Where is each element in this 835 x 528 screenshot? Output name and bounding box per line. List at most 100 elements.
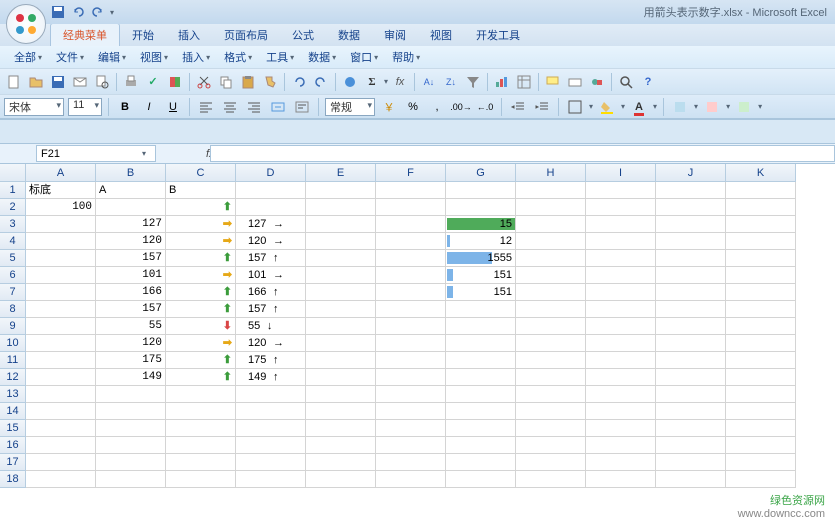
cell-D14[interactable]: [236, 403, 306, 420]
cell-C10[interactable]: ➡: [166, 335, 236, 352]
cell-I11[interactable]: [586, 352, 656, 369]
cell-B7[interactable]: 166: [96, 284, 166, 301]
cell-B2[interactable]: [96, 199, 166, 216]
column-header[interactable]: C: [166, 164, 236, 182]
ribbon-tab[interactable]: 视图: [418, 24, 464, 46]
hyperlink-icon[interactable]: [340, 72, 360, 92]
save-icon[interactable]: [48, 72, 68, 92]
row-header[interactable]: 3: [0, 216, 26, 233]
cell-G5[interactable]: 1555: [446, 250, 516, 267]
cell-C15[interactable]: [166, 420, 236, 437]
cell-F10[interactable]: [376, 335, 446, 352]
cell-J5[interactable]: [656, 250, 726, 267]
cell-C1[interactable]: B: [166, 182, 236, 199]
cell-K1[interactable]: [726, 182, 796, 199]
cell-I14[interactable]: [586, 403, 656, 420]
column-header[interactable]: I: [586, 164, 656, 182]
cell-K8[interactable]: [726, 301, 796, 318]
cell-D3[interactable]: 127 →: [236, 216, 306, 233]
qat-customize-icon[interactable]: ▾: [110, 8, 114, 17]
cell-K10[interactable]: [726, 335, 796, 352]
cell-C4[interactable]: ➡: [166, 233, 236, 250]
cell-G17[interactable]: [446, 454, 516, 471]
cell-J18[interactable]: [656, 471, 726, 488]
ribbon-tab[interactable]: 经典菜单: [50, 23, 120, 46]
insert-function-icon[interactable]: fx: [146, 148, 206, 160]
row-header[interactable]: 10: [0, 335, 26, 352]
menu-item[interactable]: 编辑 ▾: [92, 47, 132, 67]
cell-E13[interactable]: [306, 386, 376, 403]
cell-B6[interactable]: 101: [96, 267, 166, 284]
menu-item[interactable]: 窗口 ▾: [344, 47, 384, 67]
font-color-icon[interactable]: A: [629, 97, 649, 117]
cell-I9[interactable]: [586, 318, 656, 335]
print-icon[interactable]: [121, 72, 141, 92]
cell-F3[interactable]: [376, 216, 446, 233]
cell-B18[interactable]: [96, 471, 166, 488]
menu-item[interactable]: 工具 ▾: [260, 47, 300, 67]
cell-I8[interactable]: [586, 301, 656, 318]
cell-K9[interactable]: [726, 318, 796, 335]
cell-J14[interactable]: [656, 403, 726, 420]
select-all-corner[interactable]: [0, 164, 26, 182]
redo-icon[interactable]: [90, 4, 106, 20]
cell-A12[interactable]: [26, 369, 96, 386]
cell-E6[interactable]: [306, 267, 376, 284]
save-icon[interactable]: [50, 4, 66, 20]
cell-K13[interactable]: [726, 386, 796, 403]
row-header[interactable]: 5: [0, 250, 26, 267]
cell-B3[interactable]: 127: [96, 216, 166, 233]
cell-J8[interactable]: [656, 301, 726, 318]
cell-C2[interactable]: ⬆: [166, 199, 236, 216]
ribbon-tab[interactable]: 开始: [120, 24, 166, 46]
cell-E9[interactable]: [306, 318, 376, 335]
cell-E17[interactable]: [306, 454, 376, 471]
cell-F14[interactable]: [376, 403, 446, 420]
cell-D7[interactable]: 166 ↑: [236, 284, 306, 301]
cell-H9[interactable]: [516, 318, 586, 335]
align-right-icon[interactable]: [244, 97, 264, 117]
cell-H13[interactable]: [516, 386, 586, 403]
cell-C9[interactable]: ⬇: [166, 318, 236, 335]
cell-K15[interactable]: [726, 420, 796, 437]
comment-icon[interactable]: [543, 72, 563, 92]
cell-A8[interactable]: [26, 301, 96, 318]
cell-D2[interactable]: [236, 199, 306, 216]
cell-E12[interactable]: [306, 369, 376, 386]
cell-A4[interactable]: [26, 233, 96, 250]
cell-A18[interactable]: [26, 471, 96, 488]
cell-A16[interactable]: [26, 437, 96, 454]
cell-I12[interactable]: [586, 369, 656, 386]
cell-D15[interactable]: [236, 420, 306, 437]
ribbon-tab[interactable]: 插入: [166, 24, 212, 46]
name-box[interactable]: [36, 145, 156, 162]
menu-item[interactable]: 数据 ▾: [302, 47, 342, 67]
cell-G4[interactable]: 12: [446, 233, 516, 250]
row-header[interactable]: 13: [0, 386, 26, 403]
cell-G3[interactable]: 15: [446, 216, 516, 233]
cell-D13[interactable]: [236, 386, 306, 403]
cell-A15[interactable]: [26, 420, 96, 437]
cell-B9[interactable]: 55: [96, 318, 166, 335]
redo-icon[interactable]: [311, 72, 331, 92]
column-header[interactable]: H: [516, 164, 586, 182]
cell-A1[interactable]: 标底: [26, 182, 96, 199]
cell-E15[interactable]: [306, 420, 376, 437]
menu-item[interactable]: 格式 ▾: [218, 47, 258, 67]
cell-C7[interactable]: ⬆: [166, 284, 236, 301]
drawing-icon[interactable]: [565, 72, 585, 92]
sort-desc-icon[interactable]: Z↓: [441, 72, 461, 92]
cell-J11[interactable]: [656, 352, 726, 369]
cell-B5[interactable]: 157: [96, 250, 166, 267]
cell-C8[interactable]: ⬆: [166, 301, 236, 318]
cell-F7[interactable]: [376, 284, 446, 301]
cell-J9[interactable]: [656, 318, 726, 335]
cell-E5[interactable]: [306, 250, 376, 267]
row-header[interactable]: 11: [0, 352, 26, 369]
row-header[interactable]: 7: [0, 284, 26, 301]
cell-H16[interactable]: [516, 437, 586, 454]
cell-D5[interactable]: 157 ↑: [236, 250, 306, 267]
cell-F2[interactable]: [376, 199, 446, 216]
row-header[interactable]: 4: [0, 233, 26, 250]
pivot-icon[interactable]: [514, 72, 534, 92]
